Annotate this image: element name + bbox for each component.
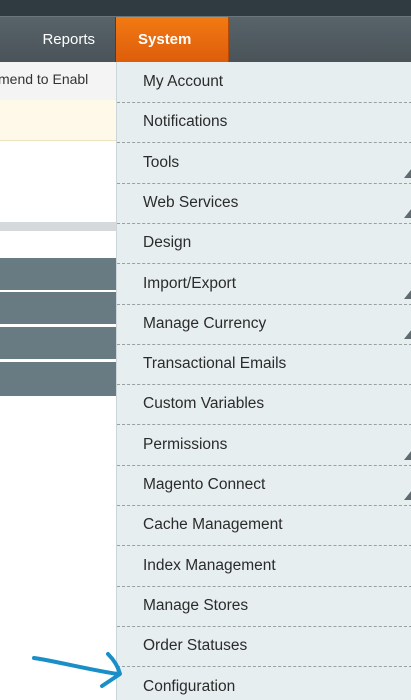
side-tab[interactable] xyxy=(0,362,118,396)
menu-item-label: Manage Stores xyxy=(143,597,249,614)
menu-item-label: Web Services xyxy=(143,194,239,211)
menu-item-label: Order Statuses xyxy=(143,637,248,654)
menu-item-label: Configuration xyxy=(143,678,236,695)
admin-page: Reports System mend to Enabl My Account N… xyxy=(0,0,411,700)
menu-item[interactable]: Tools xyxy=(117,143,411,184)
nav-system[interactable]: System xyxy=(116,17,229,63)
menu-item-label: Index Management xyxy=(143,557,276,574)
menu-item[interactable]: Notifications xyxy=(117,102,411,143)
menu-item-label: Magento Connect xyxy=(143,476,266,493)
menu-item[interactable]: Index Management xyxy=(117,546,411,587)
menu-item[interactable]: Web Services xyxy=(117,183,411,224)
submenu-arrow-icon xyxy=(404,169,411,178)
submenu-arrow-icon xyxy=(404,330,411,339)
side-tab[interactable] xyxy=(0,292,118,326)
menu-item[interactable]: Permissions xyxy=(117,425,411,466)
menu-item-label: Manage Currency xyxy=(143,315,267,332)
message-box xyxy=(0,100,118,141)
menu-item-label: Cache Management xyxy=(143,516,283,533)
system-dropdown-menu: My Account Notifications Tools Web Services… xyxy=(116,62,411,700)
menu-item-label: Tools xyxy=(143,154,180,171)
menu-item-label: Permissions xyxy=(143,436,228,453)
submenu-arrow-icon xyxy=(404,451,411,460)
menu-item[interactable]: Manage Currency xyxy=(117,304,411,345)
menu-item[interactable]: Design xyxy=(117,223,411,264)
menu-item-label: Import/Export xyxy=(143,275,237,292)
main-nav: Reports System xyxy=(0,16,411,63)
submenu-arrow-icon xyxy=(404,491,411,500)
menu-item[interactable]: Magento Connect xyxy=(117,465,411,506)
menu-item[interactable]: Custom Variables xyxy=(117,384,411,425)
menu-item-label: Notifications xyxy=(143,113,228,130)
menu-item[interactable]: Import/Export xyxy=(117,264,411,305)
notice-bar: mend to Enabl xyxy=(0,62,118,101)
menu-item[interactable]: Cache Management xyxy=(117,505,411,546)
menu-item[interactable]: Order Statuses xyxy=(117,626,411,667)
menu-item-label: Custom Variables xyxy=(143,395,265,412)
side-tab[interactable] xyxy=(0,258,118,292)
menu-item-label: Design xyxy=(143,234,192,251)
menu-item[interactable]: Manage Stores xyxy=(117,586,411,627)
menu-item[interactable]: Transactional Emails xyxy=(117,344,411,385)
nav-reports[interactable]: Reports xyxy=(0,17,116,63)
submenu-arrow-icon xyxy=(404,290,411,299)
side-tab[interactable] xyxy=(0,327,118,361)
menu-item-label: My Account xyxy=(143,73,224,90)
notice-text[interactable]: mend to Enabl xyxy=(0,62,88,96)
menu-item[interactable]: Configuration xyxy=(117,667,411,700)
header-strip xyxy=(0,0,411,16)
hand-drawn-arrow-icon xyxy=(32,652,122,688)
menu-item-label: Transactional Emails xyxy=(143,355,287,372)
submenu-arrow-icon xyxy=(404,209,411,218)
menu-item[interactable]: My Account xyxy=(117,62,411,103)
section-divider xyxy=(0,222,118,231)
